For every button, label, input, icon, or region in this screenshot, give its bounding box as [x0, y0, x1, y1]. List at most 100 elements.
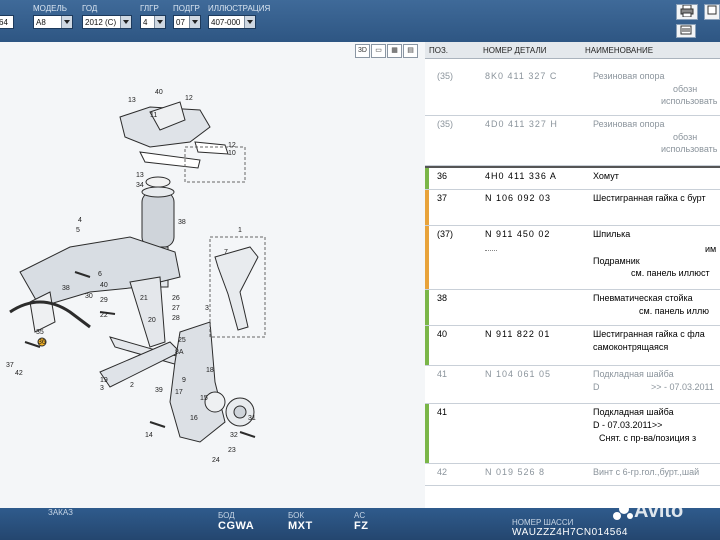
illustration-label: ИЛЛЮСТРАЦИЯ	[208, 4, 271, 13]
callout-label: 13	[128, 97, 136, 104]
table-header: ПОЗ. НОМЕР ДЕТАЛИ НАИМЕНОВАНИЕ	[425, 42, 720, 59]
table-row[interactable]: 41 Подкладная шайба D - 07.03.2011>> Сня…	[425, 404, 720, 464]
window-button[interactable]	[704, 4, 720, 20]
callout-label: 15	[200, 395, 208, 402]
ac-code: AC FZ	[354, 511, 369, 532]
callout-label: 21	[140, 295, 148, 302]
callout-label: 24	[212, 457, 220, 464]
callout-label: 7	[224, 249, 228, 256]
callout-label: 26	[172, 295, 180, 302]
main-group-label: ГЛГР	[140, 4, 159, 13]
callout-label: 3	[205, 305, 209, 312]
model-select[interactable]: A8	[33, 15, 73, 29]
table-row[interactable]: 40 N 911 822 01 Шестигранная гайка с фла…	[425, 326, 720, 366]
status-marker	[425, 168, 429, 189]
table-row[interactable]: 36 4H0 411 336 A Хомут	[425, 166, 720, 190]
print-button[interactable]	[676, 4, 698, 20]
split-view-button[interactable]: ▤	[403, 44, 418, 58]
table-row[interactable]: 41 N 104 061 05 Подкладная шайба D >> - …	[425, 366, 720, 404]
main-group-field[interactable]: ГЛГР 4	[140, 4, 166, 29]
parts-catalog-window: 64 МОДЕЛЬ A8 ГОД 2012 (C) ГЛГР 4 ПОДГР 0…	[0, 0, 720, 540]
chevron-down-icon[interactable]	[189, 16, 200, 28]
subgroup-field[interactable]: ПОДГР 07	[173, 4, 201, 29]
chevron-down-icon[interactable]	[61, 16, 72, 28]
illustration-field[interactable]: ИЛЛЮСТРАЦИЯ 407-000	[208, 4, 270, 29]
year-select[interactable]: 2012 (C)	[82, 15, 132, 29]
chevron-down-icon[interactable]	[120, 16, 131, 28]
year-field[interactable]: ГОД 2012 (C)	[82, 4, 132, 29]
callout-label: 36	[38, 339, 46, 346]
callout-label: 29	[100, 297, 108, 304]
view-toolbar: 3D ▭ ▦ ▤	[355, 44, 419, 58]
suspension-illustration[interactable]: 13 40 12 11 12 10 13 34 38 35 36 37 42 4…	[0, 42, 425, 508]
engine-code: БОД CGWA	[218, 511, 255, 532]
callout-label: 38	[178, 219, 186, 226]
callout-label: 20	[148, 317, 156, 324]
top-toolbar: 64 МОДЕЛЬ A8 ГОД 2012 (C) ГЛГР 4 ПОДГР 0…	[0, 0, 720, 42]
list-icon	[680, 25, 692, 35]
column-header-part-number[interactable]: НОМЕР ДЕТАЛИ	[483, 46, 546, 55]
status-marker	[425, 290, 429, 325]
dotted-leader	[485, 250, 497, 256]
status-marker	[425, 404, 429, 463]
column-header-pos[interactable]: ПОЗ.	[429, 46, 448, 55]
model-field[interactable]: МОДЕЛЬ A8	[33, 4, 73, 29]
callout-label: 5	[76, 227, 80, 234]
printer-icon	[680, 4, 694, 18]
callout-label: 27	[172, 305, 180, 312]
table-row[interactable]: 37 N 106 092 03 Шестигранная гайка с бур…	[425, 190, 720, 226]
callout-label: 4	[78, 217, 82, 224]
status-marker	[425, 326, 429, 365]
avito-watermark: Avito	[612, 500, 683, 523]
callout-label: 13	[136, 172, 144, 179]
illustration-select[interactable]: 407-000	[208, 15, 256, 29]
callout-label: 9	[182, 377, 186, 384]
table-row[interactable]: 38 Пневматическая стойка см. панель иллю	[425, 290, 720, 326]
callout-label: 32	[230, 432, 238, 439]
callout-label: 14	[145, 432, 153, 439]
callout-label: 34	[136, 182, 144, 189]
callout-label: 8A	[175, 349, 184, 356]
status-marker	[425, 226, 429, 289]
3d-view-button[interactable]: 3D	[355, 44, 370, 58]
subgroup-label: ПОДГР	[173, 4, 200, 13]
list-view-button[interactable]	[676, 24, 696, 38]
chassis-number: НОМЕР ШАССИ WAUZZZ4H7CN014564	[512, 518, 628, 538]
callout-label: 31	[248, 415, 256, 422]
callout-label: 37	[6, 362, 14, 369]
year-label: ГОД	[82, 4, 98, 13]
callout-label: 40	[155, 89, 163, 96]
table-row[interactable]: (35) 4D0 411 327 H Резиновая опора обозн…	[425, 116, 720, 166]
avito-logo-icon	[613, 503, 633, 520]
callout-label: 10	[228, 150, 236, 157]
catalog-select[interactable]: 64	[0, 15, 14, 29]
model-label: МОДЕЛЬ	[33, 4, 67, 13]
grid-view-button[interactable]: ▦	[387, 44, 402, 58]
callout-label: 30	[85, 293, 93, 300]
callout-label: 18	[206, 367, 214, 374]
chevron-down-icon[interactable]	[154, 16, 165, 28]
callout-label: 19	[100, 377, 108, 384]
gearbox-code: БОК MXT	[288, 511, 313, 532]
table-row[interactable]: 42 N 019 526 8 Винт с 6-гр.гол.,бурт.,ша…	[425, 464, 720, 486]
callout-label: 42	[15, 370, 23, 377]
table-row[interactable]: (37) N 911 450 02 Шпилька им Подрамник с…	[425, 226, 720, 290]
table-row[interactable]: (35) 8K0 411 327 C Резиновая опора обозн…	[425, 68, 720, 116]
callout-label: 1	[238, 227, 242, 234]
window-icon	[707, 5, 717, 15]
main-group-select[interactable]: 4	[140, 15, 166, 29]
callout-label: 23	[228, 447, 236, 454]
order-label: ЗАКАЗ	[48, 508, 73, 517]
single-view-button[interactable]: ▭	[371, 44, 386, 58]
callout-label: 40	[100, 282, 108, 289]
callout-label: 12	[185, 95, 193, 102]
callout-label: 22	[100, 312, 108, 319]
chevron-down-icon[interactable]	[244, 16, 255, 28]
callout-label: 2	[130, 382, 134, 389]
exploded-parts-diagram[interactable]: 13 40 12 11 12 10 13 34 38 35 36 37 42 4…	[0, 42, 425, 508]
callout-label: 28	[172, 315, 180, 322]
subgroup-select[interactable]: 07	[173, 15, 201, 29]
column-header-name[interactable]: НАИМЕНОВАНИЕ	[585, 46, 653, 55]
callout-label: 16	[190, 415, 198, 422]
catalog-field[interactable]: 64	[0, 4, 14, 29]
